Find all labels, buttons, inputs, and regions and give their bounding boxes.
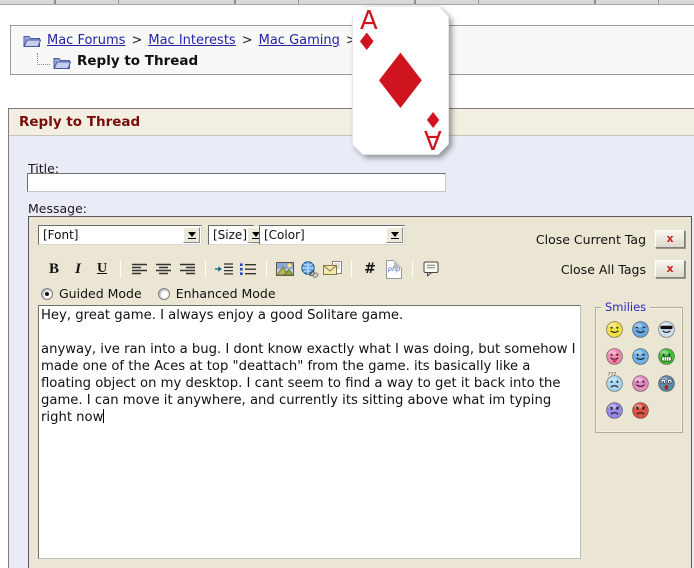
underline-button[interactable]: U bbox=[90, 259, 114, 279]
smiley-blush-icon[interactable] bbox=[632, 375, 649, 392]
image-icon bbox=[276, 262, 294, 276]
toolbar-separator bbox=[120, 260, 121, 278]
breadcrumb-current-row: Reply to Thread bbox=[37, 53, 198, 69]
smiley-sly-icon[interactable] bbox=[632, 321, 649, 338]
close-all-tags-label: Close All Tags bbox=[560, 261, 646, 277]
reply-panel: Reply to Thread Title: Message: [Font] [… bbox=[8, 108, 694, 568]
toolbar-separator bbox=[351, 260, 352, 278]
guided-mode-radio[interactable] bbox=[41, 287, 53, 300]
size-dropdown[interactable]: [Size] bbox=[208, 225, 264, 245]
breadcrumb-link-mac-interests[interactable]: Mac Interests bbox=[148, 33, 235, 48]
indent-icon bbox=[215, 263, 233, 275]
align-center-icon bbox=[155, 263, 171, 274]
smiley-cool-icon[interactable] bbox=[658, 321, 675, 338]
close-current-tag-label: Close Current Tag bbox=[535, 231, 646, 247]
chevron-down-icon bbox=[390, 231, 399, 237]
guided-mode-label: Guided Mode bbox=[59, 286, 142, 301]
indent-button[interactable] bbox=[212, 259, 236, 279]
align-right-icon bbox=[179, 263, 195, 274]
message-textarea[interactable]: Hey, great game. I always enjoy a good S… bbox=[38, 305, 581, 559]
toolbar-separator bbox=[412, 260, 413, 278]
unordered-list-button[interactable] bbox=[236, 259, 260, 279]
folder-icon bbox=[53, 56, 72, 69]
enhanced-mode-radio[interactable] bbox=[157, 287, 170, 300]
enhanced-mode-label: Enhanced Mode bbox=[175, 286, 276, 301]
floating-card-wrapper: A ♦ ♦ ♦ A bbox=[352, 6, 449, 155]
tree-connector bbox=[37, 53, 50, 65]
smiley-mad-icon[interactable] bbox=[632, 402, 649, 419]
title-input[interactable] bbox=[27, 173, 446, 192]
svg-text:???: ??? bbox=[608, 372, 617, 378]
smilies-legend: Smilies bbox=[601, 300, 651, 314]
align-left-button[interactable] bbox=[127, 259, 151, 279]
breadcrumb-link-mac-gaming[interactable]: Mac Gaming bbox=[259, 33, 340, 48]
smiley-razz-icon[interactable] bbox=[606, 348, 623, 365]
hash-button[interactable]: # bbox=[358, 259, 382, 279]
size-dropdown-value: [Size] bbox=[213, 228, 247, 242]
smiley-frown-icon[interactable] bbox=[606, 402, 623, 419]
smiley-eek-icon[interactable] bbox=[658, 375, 675, 392]
smilies-grid: ??? bbox=[596, 308, 682, 419]
browser-chrome-edge bbox=[0, 0, 694, 5]
chevron-down-icon bbox=[187, 231, 196, 237]
align-right-button[interactable] bbox=[175, 259, 199, 279]
message-label: Message: bbox=[28, 201, 87, 216]
toolbar-separator bbox=[266, 260, 267, 278]
unordered-list-icon bbox=[240, 263, 256, 275]
color-dropdown-value: [Color] bbox=[264, 228, 305, 242]
insert-image-button[interactable] bbox=[273, 259, 297, 279]
insert-email-button[interactable] bbox=[321, 259, 345, 279]
bold-button[interactable]: B bbox=[42, 259, 66, 279]
email-icon bbox=[323, 261, 342, 275]
close-all-tags-button[interactable]: x bbox=[655, 260, 685, 278]
quote-icon bbox=[423, 261, 438, 277]
card-rank-bottom: A bbox=[424, 124, 442, 154]
text-caret bbox=[103, 409, 105, 423]
breadcrumb-separator: > bbox=[241, 33, 253, 48]
playing-card[interactable]: A ♦ ♦ ♦ A bbox=[352, 6, 449, 155]
smilies-panel: Smilies ??? bbox=[595, 300, 683, 433]
breadcrumb-link-mac-forums[interactable]: Mac Forums bbox=[47, 33, 125, 48]
folder-icon bbox=[23, 34, 42, 47]
font-dropdown-value: [Font] bbox=[43, 228, 79, 242]
smiley-confused-icon[interactable]: ??? bbox=[606, 372, 623, 392]
breadcrumb-current: Reply to Thread bbox=[77, 53, 199, 69]
format-toolbar: B I U # php bbox=[42, 258, 443, 280]
smiley-smile-icon[interactable] bbox=[606, 321, 623, 338]
php-code-button[interactable]: php bbox=[382, 259, 406, 279]
message-editor: [Font] [Size] [Color] Close Current Tag … bbox=[28, 216, 692, 568]
close-current-tag-button[interactable]: x bbox=[655, 230, 685, 248]
insert-link-button[interactable] bbox=[297, 259, 321, 279]
breadcrumb-separator: > bbox=[131, 33, 143, 48]
message-text: Hey, great game. I always enjoy a good S… bbox=[41, 308, 576, 425]
smiley-wink-icon[interactable] bbox=[632, 348, 649, 365]
quote-button[interactable] bbox=[419, 259, 443, 279]
toolbar-separator bbox=[205, 260, 206, 278]
php-icon: php bbox=[386, 259, 402, 279]
color-dropdown[interactable]: [Color] bbox=[259, 225, 405, 245]
dropdown-button[interactable] bbox=[386, 227, 403, 243]
globe-link-icon bbox=[300, 260, 318, 278]
smiley-biggrin-icon[interactable] bbox=[658, 348, 675, 365]
align-left-icon bbox=[131, 263, 147, 274]
dropdown-button[interactable] bbox=[183, 227, 200, 243]
editor-mode-row: Guided Mode Enhanced Mode bbox=[41, 286, 286, 301]
font-dropdown[interactable]: [Font] bbox=[38, 225, 202, 245]
align-center-button[interactable] bbox=[151, 259, 175, 279]
italic-button[interactable]: I bbox=[66, 259, 90, 279]
